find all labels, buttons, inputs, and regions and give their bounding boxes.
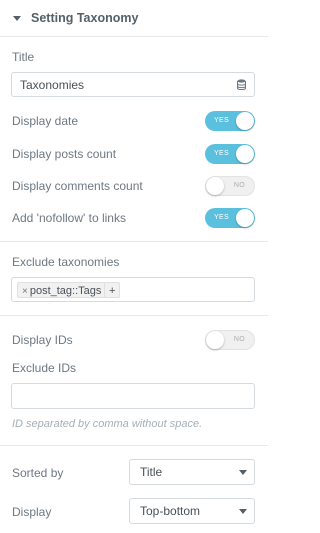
settings-panel: Setting Taxonomy Title Display date YES … xyxy=(0,0,268,533)
divider xyxy=(0,315,268,316)
dropdown-arrow-icon xyxy=(239,470,247,475)
exclude-ids-hint: ID separated by comma without space. xyxy=(12,418,203,430)
title-label: Title xyxy=(12,50,35,64)
section-title: Setting Taxonomy xyxy=(31,11,139,25)
divider xyxy=(0,445,268,446)
switch-knob xyxy=(236,209,254,227)
switch-knob xyxy=(236,112,254,130)
display-posts-count-label: Display posts count xyxy=(12,147,117,161)
display-comments-count-label: Display comments count xyxy=(12,179,143,193)
exclude-ids-input[interactable] xyxy=(11,383,255,409)
title-input[interactable] xyxy=(11,72,229,97)
switch-state-text: NO xyxy=(233,336,245,343)
display-select[interactable]: Top-bottom xyxy=(129,498,255,524)
display-comments-count-switch[interactable]: NO xyxy=(205,176,255,196)
remove-tag-icon[interactable]: × xyxy=(22,286,28,297)
database-icon xyxy=(236,79,246,90)
switch-knob xyxy=(236,145,254,163)
switch-state-text: YES xyxy=(214,117,229,124)
display-label: Display xyxy=(12,505,52,519)
caret-down-icon xyxy=(13,15,21,21)
display-value: Top-bottom xyxy=(140,504,201,518)
taxonomy-tag: × post_tag::Tags xyxy=(17,282,107,298)
switch-knob xyxy=(206,331,224,349)
switch-state-text: YES xyxy=(214,150,229,157)
sorted-by-label: Sorted by xyxy=(12,466,64,480)
divider xyxy=(0,241,268,242)
dropdown-arrow-icon xyxy=(239,509,247,514)
exclude-ids-label: Exclude IDs xyxy=(12,361,77,375)
switch-state-text: NO xyxy=(233,182,245,189)
switch-state-text: YES xyxy=(214,214,229,221)
dynamic-tags-button[interactable] xyxy=(228,72,255,97)
add-taxonomy-button[interactable]: + xyxy=(104,282,121,298)
display-posts-count-switch[interactable]: YES xyxy=(205,144,255,164)
display-ids-label: Display IDs xyxy=(12,333,73,347)
nofollow-switch[interactable]: YES xyxy=(205,208,255,228)
display-date-switch[interactable]: YES xyxy=(205,111,255,131)
section-header[interactable]: Setting Taxonomy xyxy=(0,0,268,37)
exclude-taxonomies-label: Exclude taxonomies xyxy=(12,255,120,269)
nofollow-label: Add 'nofollow' to links xyxy=(12,211,126,225)
tag-text: post_tag::Tags xyxy=(29,285,102,297)
sorted-by-select[interactable]: Title xyxy=(129,459,255,485)
exclude-taxonomies-select[interactable]: × post_tag::Tags + xyxy=(11,277,255,302)
display-date-label: Display date xyxy=(12,114,79,128)
sorted-by-value: Title xyxy=(140,465,163,479)
switch-knob xyxy=(206,177,224,195)
display-ids-switch[interactable]: NO xyxy=(205,330,255,350)
